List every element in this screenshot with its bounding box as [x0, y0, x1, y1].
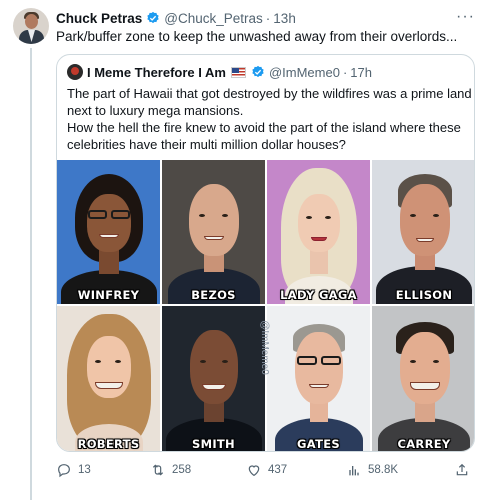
more-icon[interactable]: ··· — [456, 8, 475, 26]
reply-icon — [58, 464, 70, 478]
grid-label: BEZOS — [191, 288, 236, 302]
photo-bezos[interactable]: BEZOS — [162, 160, 265, 304]
quote-author-handle[interactable]: @ImMeme0 — [269, 65, 340, 80]
flag-us-icon — [230, 66, 246, 78]
tweet-header: Chuck Petras @Chuck_Petras · 13h — [56, 9, 296, 27]
separator-dot: · — [265, 10, 271, 26]
views-button[interactable]: 58.8K — [346, 460, 398, 480]
grid-label: CARREY — [397, 437, 451, 451]
quote-time[interactable]: 17h — [350, 65, 372, 80]
photo-smith[interactable]: SMITH — [162, 306, 265, 451]
grid-label: GATES — [297, 437, 340, 451]
retweet-button[interactable]: 258 — [150, 460, 191, 480]
thread-line — [30, 48, 32, 500]
verified-badge-icon — [147, 11, 159, 24]
tweet-text: Park/buffer zone to keep the unwashed aw… — [56, 29, 458, 44]
reply-button[interactable]: 13 — [56, 460, 91, 480]
grid-label: ELLISON — [395, 288, 453, 302]
author-avatar[interactable] — [13, 8, 49, 44]
author-name[interactable]: Chuck Petras — [56, 11, 142, 26]
reply-count: 13 — [78, 464, 91, 476]
share-icon — [456, 463, 468, 476]
like-count: 437 — [268, 464, 288, 476]
like-icon — [248, 465, 260, 477]
photo-carrey[interactable]: CARREY — [372, 306, 474, 451]
grid-label: LADY GAGA — [280, 288, 357, 302]
views-icon — [349, 466, 359, 476]
retweet-icon — [152, 464, 164, 476]
share-button[interactable] — [454, 460, 470, 480]
watermark: @ImMeme0 — [258, 320, 270, 375]
photo-roberts[interactable]: ROBERTS — [57, 306, 160, 451]
photo-winfrey[interactable]: WINFREY — [57, 160, 160, 304]
grid-label: WINFREY — [77, 288, 140, 302]
tweet-time[interactable]: 13h — [273, 11, 296, 26]
author-handle[interactable]: @Chuck_Petras — [164, 11, 263, 26]
quoted-tweet[interactable]: I Meme Therefore I Am @ImMeme0 · 17h The… — [56, 54, 475, 452]
quote-header: I Meme Therefore I Am @ImMeme0 · 17h — [67, 63, 372, 81]
verified-badge-icon — [252, 65, 264, 78]
separator-dot: · — [342, 64, 348, 80]
grid-label: ROBERTS — [77, 437, 140, 451]
views-count: 58.8K — [368, 464, 399, 476]
quote-author-name[interactable]: I Meme Therefore I Am — [87, 65, 226, 80]
quote-text: The part of Hawaii that got destroyed by… — [67, 86, 472, 152]
grid-label: SMITH — [192, 437, 235, 451]
quote-author-avatar[interactable] — [67, 64, 83, 80]
retweet-count: 258 — [172, 464, 192, 476]
image-grid[interactable]: WINFREY BEZOS LADY GAGA ELLISON ROBERTS … — [57, 160, 474, 451]
photo-ellison[interactable]: ELLISON — [372, 160, 474, 304]
photo-lady-gaga[interactable]: LADY GAGA — [267, 160, 370, 304]
like-button[interactable]: 437 — [246, 460, 287, 480]
action-bar: 13 258 437 58.8K — [56, 460, 476, 480]
